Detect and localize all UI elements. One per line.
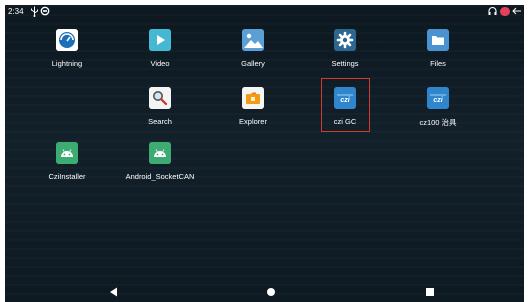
app-label: Android_SocketCAN bbox=[125, 172, 195, 181]
app-label: Files bbox=[430, 59, 446, 68]
czi-logo-text: czi bbox=[433, 97, 443, 104]
app-label: CziInstaller bbox=[48, 172, 86, 181]
landscape-icon bbox=[242, 29, 264, 51]
app-gallery[interactable]: Gallery bbox=[213, 29, 293, 68]
app-label: Search bbox=[148, 117, 172, 126]
sync-ring-icon bbox=[40, 6, 50, 16]
app-cz100[interactable]: czi cz100 治具 bbox=[398, 87, 478, 128]
app-cziinstaller[interactable]: CziInstaller bbox=[27, 142, 107, 181]
app-label: Video bbox=[150, 59, 170, 68]
folder-icon bbox=[427, 29, 449, 51]
home-circle-icon[interactable] bbox=[267, 288, 275, 296]
back-arrow-icon bbox=[512, 7, 521, 15]
launcher-screen: 2:34 Lightning Video Gallery Settings Fi… bbox=[5, 5, 524, 302]
app-label: Lightning bbox=[51, 59, 83, 68]
status-time: 2:34 bbox=[8, 7, 24, 16]
battery-icon bbox=[500, 7, 510, 16]
search-icon bbox=[149, 87, 171, 109]
gear-icon bbox=[334, 29, 356, 51]
app-label: Gallery bbox=[241, 59, 265, 68]
app-search[interactable]: Search bbox=[120, 87, 200, 126]
czi-logo-icon: czi bbox=[427, 87, 449, 109]
app-settings[interactable]: Settings bbox=[305, 29, 385, 68]
play-icon bbox=[149, 29, 171, 51]
lightning-icon bbox=[56, 29, 78, 51]
recents-square-icon[interactable] bbox=[426, 288, 434, 296]
app-label: Explorer bbox=[239, 117, 267, 126]
app-android-socketcan[interactable]: Android_SocketCAN bbox=[120, 142, 200, 181]
app-explorer[interactable]: Explorer bbox=[213, 87, 293, 126]
selection-highlight bbox=[321, 78, 370, 132]
app-label: Settings bbox=[331, 59, 359, 68]
app-label: cz100 治具 bbox=[419, 118, 457, 127]
navigation-bar bbox=[5, 284, 524, 302]
app-lightning[interactable]: Lightning bbox=[27, 29, 107, 68]
usb-icon bbox=[31, 6, 38, 17]
app-video[interactable]: Video bbox=[120, 29, 200, 68]
explorer-icon bbox=[242, 87, 264, 109]
status-bar: 2:34 bbox=[5, 5, 524, 19]
app-files[interactable]: Files bbox=[398, 29, 478, 68]
android-icon bbox=[56, 142, 78, 164]
headset-icon bbox=[488, 6, 497, 15]
android-icon bbox=[149, 142, 171, 164]
back-triangle-icon[interactable] bbox=[109, 287, 118, 297]
